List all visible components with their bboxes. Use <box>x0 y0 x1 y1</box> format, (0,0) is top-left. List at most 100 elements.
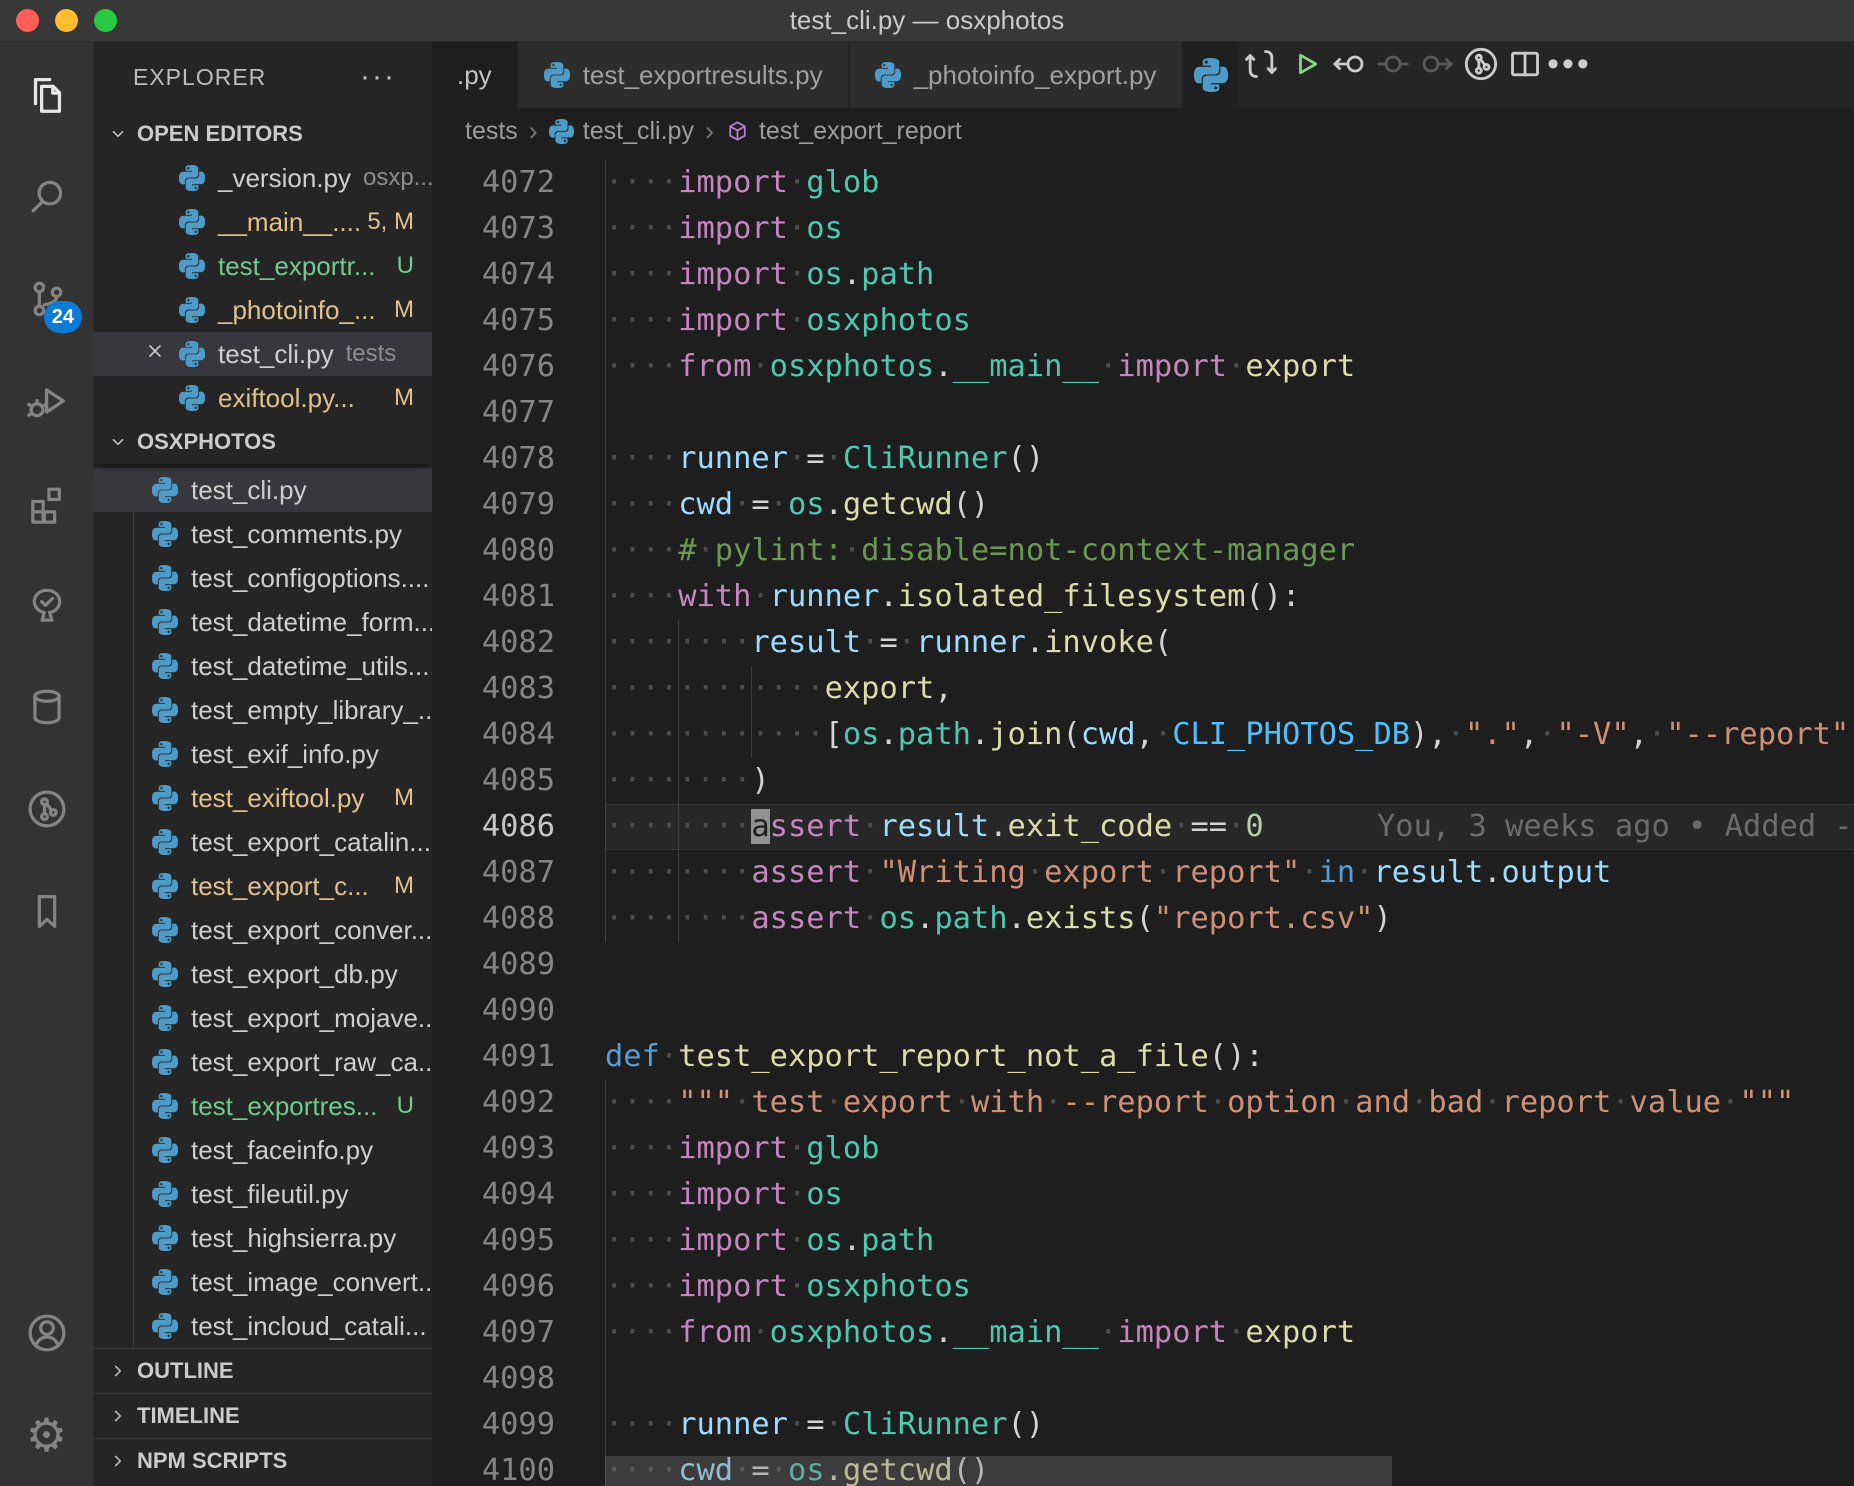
close-icon[interactable] <box>143 339 179 370</box>
tree-item[interactable]: test_empty_library_... <box>93 688 432 732</box>
python-icon <box>152 1181 178 1207</box>
code-line[interactable]: 4077 <box>432 390 1854 436</box>
breadcrumb-item[interactable]: tests <box>465 117 518 146</box>
activity-item-settings[interactable]: ⚙ <box>0 1384 93 1486</box>
editor-tab[interactable]: test_exportresults.py <box>519 42 850 108</box>
activity-item-git-graph[interactable] <box>0 758 93 860</box>
code-line[interactable]: 4075····import·osxphotos <box>432 298 1854 344</box>
horizontal-scrollbar[interactable] <box>605 1456 1392 1486</box>
code-line[interactable]: 4074····import·os.path <box>432 252 1854 298</box>
tree-item[interactable]: test_comments.py <box>93 512 432 556</box>
tree-item[interactable]: test_export_c...M <box>93 864 432 908</box>
code-line[interactable]: 4079····cwd·=·os.getcwd() <box>432 482 1854 528</box>
navigate-forward-button[interactable] <box>1415 42 1459 86</box>
tree-item[interactable]: test_faceinfo.py <box>93 1128 432 1172</box>
activity-item-source-control[interactable]: 24 <box>0 248 93 350</box>
code-line[interactable]: 4087········assert·"Writing·export·repor… <box>432 850 1854 896</box>
zoom-window-button[interactable] <box>94 9 117 32</box>
open-editor-item[interactable]: exiftool.py...M <box>93 376 432 420</box>
code-line[interactable]: 4094····import·os <box>432 1172 1854 1218</box>
git-graph-view-button[interactable] <box>1459 42 1503 86</box>
code-line[interactable]: 4098 <box>432 1356 1854 1402</box>
tree-item[interactable]: test_exiftool.pyM <box>93 776 432 820</box>
activity-item-extensions[interactable] <box>0 452 93 554</box>
editor-tab[interactable]: .py <box>432 42 519 108</box>
tree-item[interactable]: test_export_db.py <box>93 952 432 996</box>
python-file-button[interactable] <box>1183 42 1239 108</box>
code-line[interactable]: 4080····#·pylint:·disable=not-context-ma… <box>432 528 1854 574</box>
code-line[interactable]: 4093····import·glob <box>432 1126 1854 1172</box>
python-icon <box>152 785 178 811</box>
code-line[interactable]: 4095····import·os.path <box>432 1218 1854 1264</box>
line-number: 4094 <box>432 1172 605 1218</box>
open-editor-item[interactable]: _version.pyosxp... <box>93 156 432 200</box>
tree-item[interactable]: test_export_conver... <box>93 908 432 952</box>
run-file-button[interactable] <box>1283 42 1327 86</box>
code-line[interactable]: 4085········) <box>432 758 1854 804</box>
open-editor-item[interactable]: test_cli.pytests <box>93 332 432 376</box>
breadcrumb-item[interactable]: test_cli.py <box>549 117 694 146</box>
code-line[interactable]: 4086········assert·result.exit_code·==·0… <box>432 804 1854 850</box>
minimize-window-button[interactable] <box>55 9 78 32</box>
activity-item-run-debug[interactable] <box>0 350 93 452</box>
navigate-back-button[interactable] <box>1327 42 1371 86</box>
code-line[interactable]: 4096····import·osxphotos <box>432 1264 1854 1310</box>
activity-item-bookmarks[interactable] <box>0 860 93 962</box>
code-line[interactable]: 4072····import·glob <box>432 160 1854 206</box>
code-line[interactable]: 4082········result·=·runner.invoke( <box>432 620 1854 666</box>
tree-item[interactable]: test_datetime_utils.... <box>93 644 432 688</box>
tree-item[interactable]: test_export_mojave... <box>93 996 432 1040</box>
open-changes-button[interactable] <box>1239 42 1283 86</box>
open-editor-item[interactable]: _photoinfo_...M <box>93 288 432 332</box>
code-editor[interactable]: 4072····import·glob4073····import·os4074… <box>432 154 1854 1486</box>
code-line[interactable]: 4090 <box>432 988 1854 1034</box>
open-editor-item[interactable]: test_exportr...U <box>93 244 432 288</box>
tree-item-label: test_export_catalin... <box>191 827 431 858</box>
code-line[interactable]: 4083············export, <box>432 666 1854 712</box>
code-line[interactable]: 4091def·test_export_report_not_a_file(): <box>432 1034 1854 1080</box>
tree-item[interactable]: test_highsierra.py <box>93 1216 432 1260</box>
code-line[interactable]: 4097····from·osxphotos.__main__·import·e… <box>432 1310 1854 1356</box>
code-line[interactable]: 4076····from·osxphotos.__main__·import·e… <box>432 344 1854 390</box>
activity-item-explorer[interactable] <box>0 44 93 146</box>
tree-item[interactable]: test_datetime_form... <box>93 600 432 644</box>
split-editor-button[interactable] <box>1503 42 1547 86</box>
tree-item[interactable]: test_fileutil.py <box>93 1172 432 1216</box>
activity-item-accounts[interactable] <box>0 1282 93 1384</box>
activity-item-database[interactable] <box>0 656 93 758</box>
tree-item-label: test_export_mojave... <box>191 1003 432 1034</box>
section-header-outline[interactable]: OUTLINE <box>93 1348 432 1393</box>
more-actions-button[interactable]: ••• <box>1547 42 1591 86</box>
section-header-npm-scripts[interactable]: NPM SCRIPTS <box>93 1438 432 1483</box>
tree-item[interactable]: test_exportres...U <box>93 1084 432 1128</box>
explorer-more-actions-button[interactable]: ··· <box>360 60 396 94</box>
tree-item[interactable]: test_incloud_catali... <box>93 1304 432 1348</box>
python-icon <box>152 609 178 635</box>
tree-item[interactable]: test_exif_info.py <box>93 732 432 776</box>
code-line[interactable]: 4073····import·os <box>432 206 1854 252</box>
breadcrumb-item[interactable]: test_export_report <box>725 117 962 146</box>
tree-item[interactable]: test_configoptions.... <box>93 556 432 600</box>
tree-item[interactable]: test_cli.py <box>93 468 432 512</box>
activity-item-search[interactable] <box>0 146 93 248</box>
project-section-header[interactable]: OSXPHOTOS <box>93 420 432 464</box>
code-line[interactable]: 4081····with·runner.isolated_filesystem(… <box>432 574 1854 620</box>
editor-tab[interactable]: _photoinfo_export.py <box>850 42 1184 108</box>
code-line[interactable]: 4078····runner·=·CliRunner() <box>432 436 1854 482</box>
open-editor-item[interactable]: __main__....5, M <box>93 200 432 244</box>
tree-item[interactable]: test_export_catalin... <box>93 820 432 864</box>
tree-item[interactable]: test_image_convert... <box>93 1260 432 1304</box>
close-window-button[interactable] <box>16 9 39 32</box>
indent-guide <box>605 344 606 390</box>
activity-item-testing[interactable] <box>0 554 93 656</box>
section-header-timeline[interactable]: TIMELINE <box>93 1393 432 1438</box>
navigate-neutral-button[interactable] <box>1371 42 1415 86</box>
open-editors-header[interactable]: OPEN EDITORS <box>93 112 432 156</box>
code-line[interactable]: 4089 <box>432 942 1854 988</box>
code-line[interactable]: 4088········assert·os.path.exists("repor… <box>432 896 1854 942</box>
code-line[interactable]: 4099····runner·=·CliRunner() <box>432 1402 1854 1448</box>
code-line[interactable]: 4092····"""·test·export·with·--report·op… <box>432 1080 1854 1126</box>
tree-item[interactable]: test_export_raw_ca... <box>93 1040 432 1084</box>
code-line[interactable]: 4084············[os.path.join(cwd,·CLI_P… <box>432 712 1854 758</box>
indent-guide <box>605 758 606 804</box>
